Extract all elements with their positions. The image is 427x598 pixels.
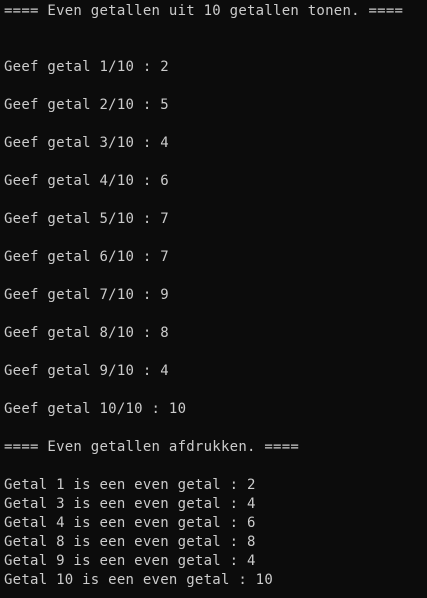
print-header: ==== Even getallen afdrukken. ==== (4, 439, 300, 455)
prompt-line: Geef getal 10/10 : 10 (4, 401, 187, 417)
result-line: Getal 3 is een even getal : 4 (4, 496, 256, 512)
prompt-line: Geef getal 5/10 : 7 (4, 211, 169, 227)
prompt-line: Geef getal 7/10 : 9 (4, 287, 169, 303)
prompt-line: Geef getal 1/10 : 2 (4, 59, 169, 75)
result-line: Getal 4 is een even getal : 6 (4, 515, 256, 531)
prompt-line: Geef getal 4/10 : 6 (4, 173, 169, 189)
prompt-line: Geef getal 6/10 : 7 (4, 249, 169, 265)
result-line: Getal 9 is een even getal : 4 (4, 553, 256, 569)
prompt-line: Geef getal 2/10 : 5 (4, 97, 169, 113)
result-line: Getal 10 is een even getal : 10 (4, 572, 274, 588)
prompt-line: Geef getal 8/10 : 8 (4, 325, 169, 341)
result-line: Getal 8 is een even getal : 8 (4, 534, 256, 550)
prompt-line: Geef getal 9/10 : 4 (4, 363, 169, 379)
result-line: Getal 1 is een even getal : 2 (4, 477, 256, 493)
console-window[interactable]: ==== Even getallen uit 10 getallen tonen… (0, 0, 427, 598)
program-header: ==== Even getallen uit 10 getallen tonen… (4, 3, 404, 19)
prompt-line: Geef getal 3/10 : 4 (4, 135, 169, 151)
